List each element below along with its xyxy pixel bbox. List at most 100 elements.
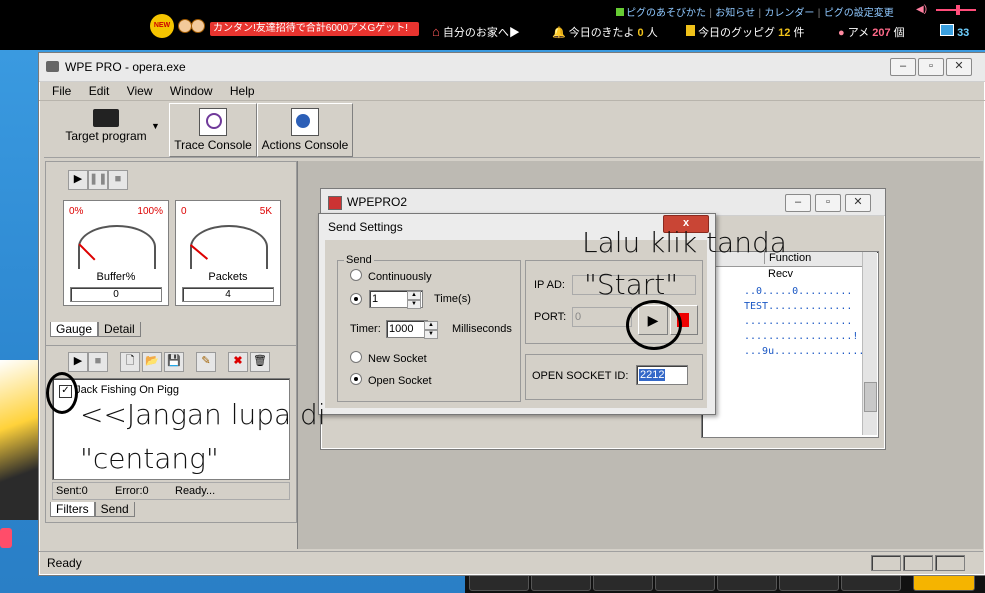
tab-send[interactable]: Send xyxy=(94,502,135,517)
menu-window[interactable]: Window xyxy=(170,84,213,98)
home-label: 自分のお家へ▶ xyxy=(442,27,520,39)
stop-button[interactable]: ■ xyxy=(108,170,128,190)
timer-unit: Milliseconds xyxy=(452,323,512,335)
packet-row-3[interactable]: .................. xyxy=(744,316,852,327)
play-button[interactable]: ▶ xyxy=(68,170,88,190)
wpepro2-close-button[interactable]: ✕ xyxy=(845,194,871,212)
ame-stat[interactable]: ● アメ 207 個 xyxy=(838,24,905,40)
ame-label: アメ xyxy=(847,27,870,39)
wpepro2-restore-button[interactable]: ▫ xyxy=(815,194,841,212)
tab-filters[interactable]: Filters xyxy=(50,502,95,517)
good-pigg-stat[interactable]: 今日のグッピグ 12 件 xyxy=(686,24,804,40)
visitors-stat[interactable]: 🔔 今日のきたよ 0 人 xyxy=(552,24,658,40)
actions-console-button[interactable]: Actions Console xyxy=(257,103,353,157)
open-folder-icon[interactable]: 📂 xyxy=(142,352,162,372)
times-radio-dot[interactable] xyxy=(350,293,362,305)
tab-detail[interactable]: Detail xyxy=(98,322,141,337)
annotation-circle-checkbox xyxy=(46,372,78,414)
buffer-min: 0% xyxy=(69,206,84,217)
link-settings[interactable]: ピグの設定変更 xyxy=(824,8,894,19)
target-program-label: Target program xyxy=(65,129,147,143)
menu-edit[interactable]: Edit xyxy=(89,84,110,98)
bell-icon: 🔔 xyxy=(552,27,566,39)
good-label: 今日のグッピグ xyxy=(698,27,776,39)
save-disk-icon[interactable]: 💾 xyxy=(164,352,184,372)
target-program-button[interactable]: Target program ▼ xyxy=(47,103,165,157)
link-how-to-play[interactable]: ピグのあそびかた xyxy=(626,8,706,19)
filter-play-button[interactable]: ▶ xyxy=(68,352,88,372)
link-calendar[interactable]: カレンダー xyxy=(764,8,814,19)
open-socket-radio[interactable]: Open Socket xyxy=(350,373,432,387)
socket-id-value: 2212 xyxy=(639,369,666,381)
packets-label: Packets xyxy=(208,271,248,283)
times-spinner[interactable]: ▲ ▼ xyxy=(407,291,421,309)
wpe-pro-titlebar[interactable]: WPE PRO - opera.exe – ▫ ✕ xyxy=(39,53,985,82)
edit-pencil-icon[interactable]: ✎ xyxy=(196,352,216,372)
volume-icon[interactable]: ◀) xyxy=(916,4,927,15)
volume-slider-handle[interactable] xyxy=(956,5,960,15)
good-unit: 件 xyxy=(793,27,805,39)
times-radio[interactable] xyxy=(350,293,368,307)
port-input[interactable]: 0 xyxy=(572,307,632,327)
timer-down-icon[interactable]: ▼ xyxy=(424,330,438,339)
packet-list-scrollbar[interactable] xyxy=(862,252,877,435)
port-label: PORT: xyxy=(534,311,567,323)
packet-row-4[interactable]: ..................! xyxy=(744,331,858,342)
pause-button[interactable]: ❚❚ xyxy=(88,170,108,190)
sent-count: Sent:0 xyxy=(56,485,88,497)
packet-row-2[interactable]: TEST.............. xyxy=(744,301,852,312)
open-socket-radio-dot[interactable] xyxy=(350,373,362,385)
timer-input[interactable]: 1000 xyxy=(386,320,428,338)
side-tab-button[interactable] xyxy=(0,528,12,548)
packet-row-5[interactable]: ...9u............... xyxy=(744,346,864,357)
gauge-panel: ▶ ❚❚ ■ 0% 100% Buffer% 0 0 5K Packets 4 … xyxy=(45,161,297,346)
packet-list-scroll-thumb[interactable] xyxy=(864,382,877,412)
filter-item-label: Jack Fishing On Pigg xyxy=(75,384,179,396)
app-icon xyxy=(46,61,59,72)
new-socket-radio[interactable]: New Socket xyxy=(350,351,427,365)
filter-stop-button[interactable]: ■ xyxy=(88,352,108,372)
timer-spinner[interactable]: ▲ ▼ xyxy=(424,321,438,339)
continuously-radio-dot[interactable] xyxy=(350,269,362,281)
invite-promo-banner[interactable]: カンタン!友達招待で合計6000アメGゲット! xyxy=(210,22,419,36)
volume-slider[interactable] xyxy=(936,5,976,15)
close-button[interactable]: ✕ xyxy=(946,58,972,76)
trace-console-button[interactable]: Trace Console xyxy=(169,103,257,157)
ame-unit: 個 xyxy=(893,27,905,39)
visitors-label: 今日のきたよ xyxy=(568,27,635,39)
continuously-radio[interactable]: Continuously xyxy=(350,269,432,283)
new-file-icon[interactable]: 🗋 xyxy=(120,352,140,372)
coin-stat[interactable]: 33 xyxy=(940,24,969,39)
minimize-button[interactable]: – xyxy=(890,58,916,76)
good-count: 12 xyxy=(778,27,791,39)
packets-min: 0 xyxy=(181,206,187,217)
times-down-icon[interactable]: ▼ xyxy=(407,300,421,309)
trace-console-label: Trace Console xyxy=(174,138,252,152)
delete-x-icon[interactable]: ✖ xyxy=(228,352,248,372)
times-up-icon[interactable]: ▲ xyxy=(407,291,421,300)
menu-view[interactable]: View xyxy=(127,84,153,98)
new-socket-radio-dot[interactable] xyxy=(350,351,362,363)
main-toolbar: Target program ▼ Trace Console Actions C… xyxy=(47,103,517,157)
wpepro2-minimize-button[interactable]: – xyxy=(785,194,811,212)
annotation-circle-start xyxy=(626,300,682,350)
house-icon: ⌂ xyxy=(432,24,440,39)
packet-row-0[interactable]: Recv xyxy=(768,268,793,280)
link-news[interactable]: お知らせ xyxy=(715,8,755,19)
timer-up-icon[interactable]: ▲ xyxy=(424,321,438,330)
menu-help[interactable]: Help xyxy=(230,84,255,98)
menu-file[interactable]: File xyxy=(52,84,71,98)
buffer-gauge: 0% 100% Buffer% 0 xyxy=(63,200,169,306)
dropdown-arrow-icon[interactable]: ▼ xyxy=(151,121,160,131)
packet-row-1[interactable]: ..0.....0......... xyxy=(744,286,852,297)
open-socket-label: Open Socket xyxy=(368,375,432,387)
restore-button[interactable]: ▫ xyxy=(918,58,944,76)
window-title: WPE PRO - opera.exe xyxy=(65,60,186,74)
tab-gauge[interactable]: Gauge xyxy=(50,322,99,337)
wpepro2-titlebar[interactable]: WPEPRO2 – ▫ ✕ xyxy=(321,189,885,216)
trash-icon[interactable]: 🗑 xyxy=(250,352,270,372)
note-icon xyxy=(686,25,695,36)
home-link[interactable]: ⌂ 自分のお家へ▶ xyxy=(432,24,520,40)
visitors-unit: 人 xyxy=(646,27,658,39)
socket-id-input[interactable]: 2212 xyxy=(636,365,688,385)
